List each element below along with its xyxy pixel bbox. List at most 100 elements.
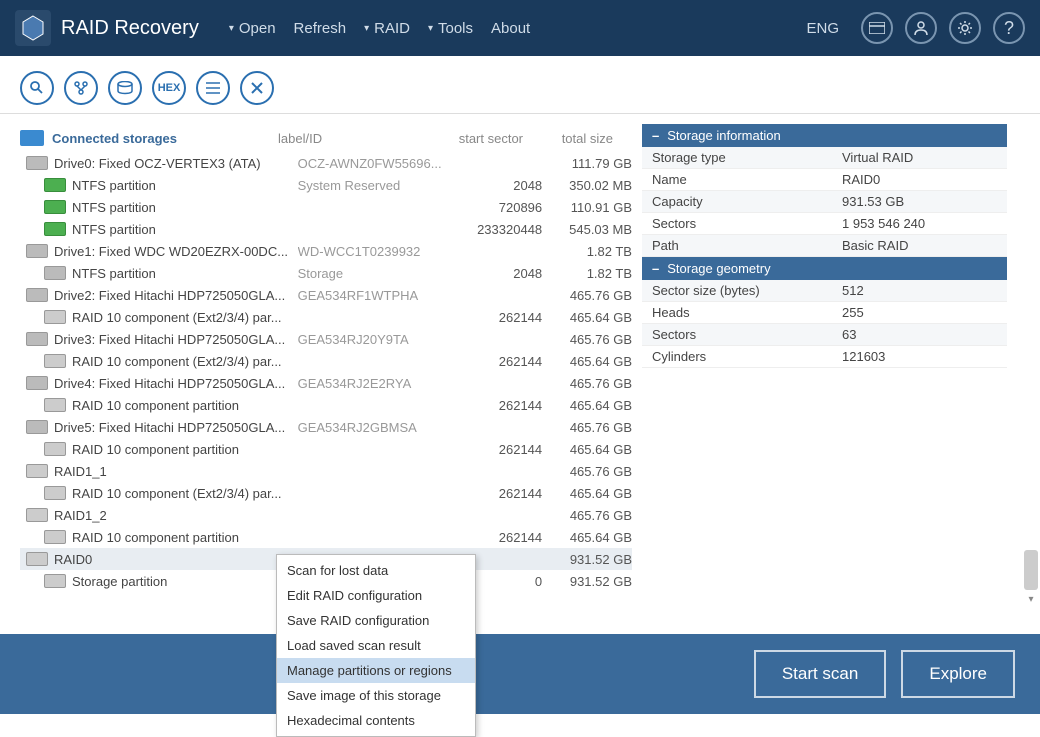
storage-row[interactable]: RAID 10 component (Ext2/3/4) par...26214… (20, 482, 632, 504)
info-value: 931.53 GB (832, 191, 1007, 212)
card-icon[interactable] (861, 12, 893, 44)
storage-row[interactable]: RAID 10 component (Ext2/3/4) par...26214… (20, 350, 632, 372)
row-sector: 2048 (447, 266, 542, 281)
logo-area: RAID Recovery (15, 10, 229, 46)
row-label: GEA534RF1WTPHA (298, 288, 448, 303)
row-size: 465.76 GB (542, 288, 632, 303)
storage-info-rows: Storage typeVirtual RAIDNameRAID0Capacit… (642, 147, 1007, 257)
row-label: GEA534RJ2E2RYA (298, 376, 448, 391)
storage-row[interactable]: Drive0: Fixed OCZ-VERTEX3 (ATA)OCZ-AWNZ0… (20, 152, 632, 174)
start-scan-button[interactable]: Start scan (754, 650, 887, 698)
storage-row[interactable]: RAID 10 component (Ext2/3/4) par...26214… (20, 306, 632, 328)
explore-button[interactable]: Explore (901, 650, 1015, 698)
storages-pane: Connected storages label/ID start sector… (0, 114, 632, 634)
scrollbar[interactable]: ▾ (1024, 130, 1040, 610)
row-name: Drive3: Fixed Hitachi HDP725050GLA... (54, 332, 298, 347)
context-menu-item[interactable]: Hexadecimal contents (277, 708, 475, 733)
storage-row[interactable]: NTFS partition233320448545.03 MB (20, 218, 632, 240)
row-name: RAID 10 component (Ext2/3/4) par... (72, 354, 298, 369)
user-icon[interactable] (905, 12, 937, 44)
row-size: 465.64 GB (542, 442, 632, 457)
storage-row[interactable]: Drive5: Fixed Hitachi HDP725050GLA...GEA… (20, 416, 632, 438)
row-label: GEA534RJ20Y9TA (298, 332, 448, 347)
disk-tool-icon[interactable] (108, 71, 142, 105)
gear-icon[interactable] (949, 12, 981, 44)
collapse-icon[interactable]: – (652, 128, 659, 143)
raid-icon (26, 508, 48, 522)
row-size: 465.76 GB (542, 332, 632, 347)
storage-row[interactable]: Drive3: Fixed Hitachi HDP725050GLA...GEA… (20, 328, 632, 350)
row-sector: 262144 (447, 398, 542, 413)
info-key: Heads (642, 302, 832, 323)
caret-icon: ▾ (428, 23, 433, 34)
row-name: Drive0: Fixed OCZ-VERTEX3 (ATA) (54, 156, 298, 171)
info-row: PathBasic RAID (642, 235, 1007, 257)
info-value: 1 953 546 240 (832, 213, 1007, 234)
drive-icon (26, 156, 48, 170)
storage-row[interactable]: RAID 10 component partition 262144465.64 … (20, 438, 632, 460)
part-gray-icon (44, 266, 66, 280)
close-tool-icon[interactable] (240, 71, 274, 105)
context-menu-item[interactable]: Save RAID configuration (277, 608, 475, 633)
storage-row[interactable]: RAID1_1465.76 GB (20, 460, 632, 482)
row-name: NTFS partition (72, 266, 298, 281)
help-icon[interactable]: ? (993, 12, 1025, 44)
context-menu-item[interactable]: Save image of this storage (277, 683, 475, 708)
pane-title: Connected storages (52, 131, 278, 146)
language-selector[interactable]: ENG (806, 20, 839, 37)
context-menu-item[interactable]: Load saved scan result (277, 633, 475, 658)
context-menu-item[interactable]: Edit RAID configuration (277, 583, 475, 608)
info-row: Sectors63 (642, 324, 1007, 346)
info-key: Capacity (642, 191, 832, 212)
row-size: 465.76 GB (542, 376, 632, 391)
row-label: System Reserved (298, 178, 448, 193)
menu-raid[interactable]: ▾RAID (364, 20, 410, 37)
storage-info-title: Storage information (667, 128, 780, 143)
context-menu-item[interactable]: Manage partitions or regions (277, 658, 475, 683)
menu-refresh[interactable]: Refresh (294, 20, 347, 37)
row-sector: 2048 (447, 178, 542, 193)
storage-row[interactable]: NTFS partition720896110.91 GB (20, 196, 632, 218)
row-name: RAID1_1 (54, 464, 298, 479)
row-size: 465.64 GB (542, 310, 632, 325)
row-name: RAID 10 component partition (72, 442, 298, 457)
storage-row[interactable]: Drive4: Fixed Hitachi HDP725050GLA...GEA… (20, 372, 632, 394)
info-key: Path (642, 235, 832, 256)
info-key: Sector size (bytes) (642, 280, 832, 301)
row-label: Storage (298, 266, 448, 281)
storage-row[interactable]: RAID1_2465.76 GB (20, 504, 632, 526)
geometry-info-title: Storage geometry (667, 261, 770, 276)
row-name: NTFS partition (72, 222, 298, 237)
row-label: GEA534RJ2GBMSA (298, 420, 448, 435)
storage-row[interactable]: NTFS partitionSystem Reserved2048350.02 … (20, 174, 632, 196)
scroll-thumb[interactable] (1024, 550, 1038, 590)
storage-row[interactable]: RAID 10 component partition262144465.64 … (20, 526, 632, 548)
row-sector: 262144 (447, 442, 542, 457)
storage-row[interactable]: Drive1: Fixed WDC WD20EZRX-00DC...WD-WCC… (20, 240, 632, 262)
app-logo-icon (15, 10, 51, 46)
info-key: Name (642, 169, 832, 190)
collapse-icon[interactable]: – (652, 261, 659, 276)
menu-about[interactable]: About (491, 20, 530, 37)
list-tool-icon[interactable] (196, 71, 230, 105)
storage-info-header[interactable]: – Storage information (642, 124, 1007, 147)
geometry-info-header[interactable]: – Storage geometry (642, 257, 1007, 280)
search-tool-icon[interactable] (20, 71, 54, 105)
storage-row[interactable]: Drive2: Fixed Hitachi HDP725050GLA...GEA… (20, 284, 632, 306)
storage-row[interactable]: NTFS partitionStorage20481.82 TB (20, 262, 632, 284)
storage-tree[interactable]: Drive0: Fixed OCZ-VERTEX3 (ATA)OCZ-AWNZ0… (20, 152, 632, 592)
header-right: ENG ? (806, 12, 1025, 44)
scroll-down-icon[interactable]: ▾ (1024, 594, 1038, 608)
storage-row[interactable]: RAID 10 component partition262144465.64 … (20, 394, 632, 416)
pane-title-row: Connected storages label/ID start sector… (20, 124, 632, 152)
row-name: RAID 10 component partition (72, 530, 298, 545)
row-name: NTFS partition (72, 178, 298, 193)
menu-open[interactable]: ▾Open (229, 20, 276, 37)
hex-tool-icon[interactable]: HEX (152, 71, 186, 105)
row-size: 1.82 TB (542, 244, 632, 259)
menu-tools[interactable]: ▾Tools (428, 20, 473, 37)
tree-tool-icon[interactable] (64, 71, 98, 105)
context-menu-item[interactable]: Scan for lost data (277, 558, 475, 583)
row-sector: 720896 (447, 200, 542, 215)
raid-icon (44, 442, 66, 456)
